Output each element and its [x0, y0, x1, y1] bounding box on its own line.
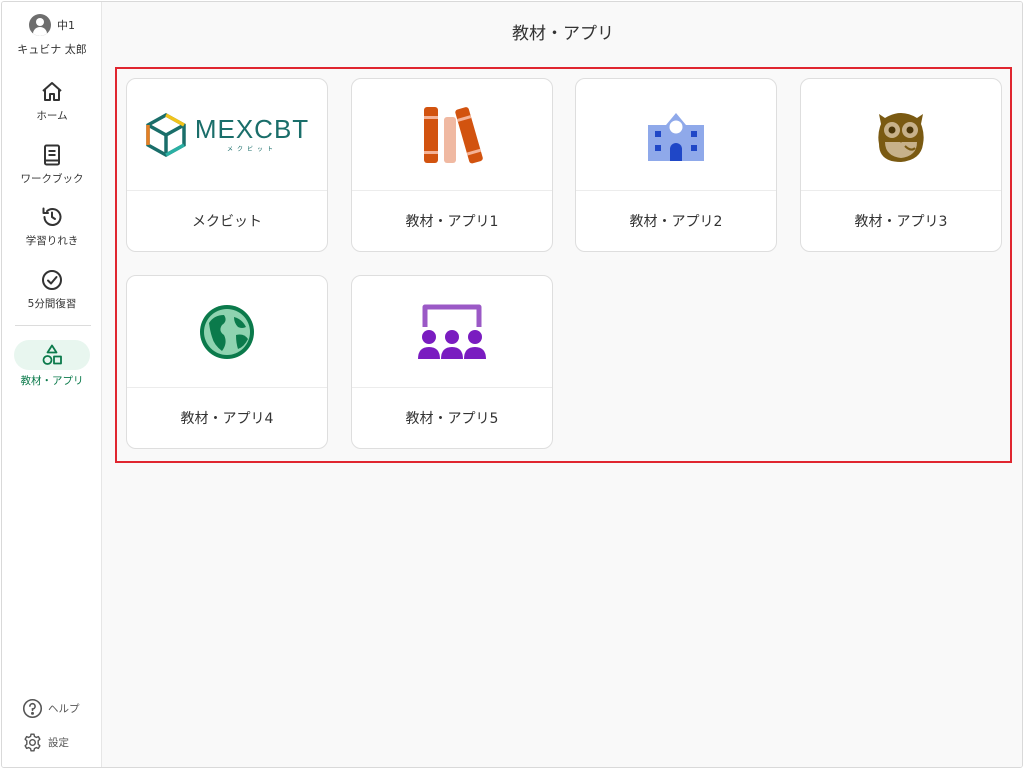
sidebar-item-label: 学習りれき	[25, 235, 79, 247]
settings-link[interactable]: 設定	[22, 732, 69, 753]
history-icon	[42, 207, 62, 226]
classroom-icon	[418, 304, 486, 359]
app-window: 中1 キュビナ 太郎 ホーム ワークブック 学習りれき 5分間復習 教材・アプリ…	[1, 1, 1023, 768]
card-label: 教材・アプリ1	[405, 214, 499, 230]
owl-icon	[878, 112, 924, 162]
card-label: 教材・アプリ3	[854, 214, 948, 230]
app-card-1[interactable]: 教材・アプリ1	[351, 78, 553, 252]
card-label: 教材・アプリ5	[405, 411, 499, 427]
book-icon	[44, 144, 60, 166]
mexcbt-logo-icon: MEXCBT メクビット	[145, 112, 310, 157]
check-circle-icon	[42, 270, 62, 290]
sidebar-item-home[interactable]: ホーム	[2, 80, 102, 123]
mexcbt-logo-text: MEXCBT	[194, 114, 310, 144]
app-card-mexcbt[interactable]: MEXCBT メクビット メクビット	[126, 78, 328, 252]
books-icon	[424, 106, 483, 163]
sidebar-item-label: 教材・アプリ	[20, 375, 84, 387]
active-pill	[14, 340, 90, 370]
sidebar-item-apps[interactable]: 教材・アプリ	[2, 340, 102, 388]
gear-icon	[24, 733, 41, 752]
school-icon	[648, 112, 704, 161]
sidebar-item-label: 5分間復習	[27, 298, 77, 310]
sidebar-item-label: ワークブック	[20, 173, 84, 185]
help-icon	[22, 698, 43, 719]
avatar-icon	[29, 14, 51, 36]
shapes-icon	[42, 344, 62, 365]
card-label: メクビット	[192, 214, 262, 230]
sidebar-item-workbook[interactable]: ワークブック	[2, 143, 102, 186]
card-label: 教材・アプリ4	[180, 411, 274, 427]
app-card-5[interactable]: 教材・アプリ5	[351, 275, 553, 449]
card-icon-area: MEXCBT メクビット	[127, 79, 327, 191]
sidebar-item-review[interactable]: 5分間復習	[2, 268, 102, 311]
mexcbt-logo-subtext: メクビット	[226, 146, 277, 153]
settings-label: 設定	[48, 737, 69, 749]
page-title: 教材・アプリ	[512, 24, 614, 44]
card-label: 教材・アプリ2	[629, 214, 723, 230]
app-card-2[interactable]: 教材・アプリ2	[575, 78, 777, 252]
globe-icon	[200, 304, 254, 359]
home-icon	[42, 82, 62, 101]
app-card-4[interactable]: 教材・アプリ4	[126, 275, 328, 449]
card-icon-area	[576, 79, 776, 191]
help-label: ヘルプ	[48, 703, 80, 715]
user-grade: 中1	[57, 19, 75, 32]
card-icon-area	[801, 79, 1001, 191]
help-link[interactable]: ヘルプ	[22, 698, 80, 719]
sidebar: 中1 キュビナ 太郎 ホーム ワークブック 学習りれき 5分間復習 教材・アプリ…	[2, 2, 102, 767]
card-icon-area	[352, 276, 552, 388]
sidebar-item-label: ホーム	[36, 110, 68, 122]
user-name: キュビナ 太郎	[17, 43, 87, 56]
app-card-3[interactable]: 教材・アプリ3	[800, 78, 1002, 252]
card-icon-area	[127, 276, 327, 388]
card-icon-area	[352, 79, 552, 191]
sidebar-divider	[15, 325, 91, 326]
user-info[interactable]: 中1 キュビナ 太郎	[2, 12, 102, 57]
sidebar-item-history[interactable]: 学習りれき	[2, 205, 102, 248]
main-content: 教材・アプリ MEXCBT メクビット メクビット 教材・アプリ1 教材・アプリ…	[102, 2, 1022, 767]
